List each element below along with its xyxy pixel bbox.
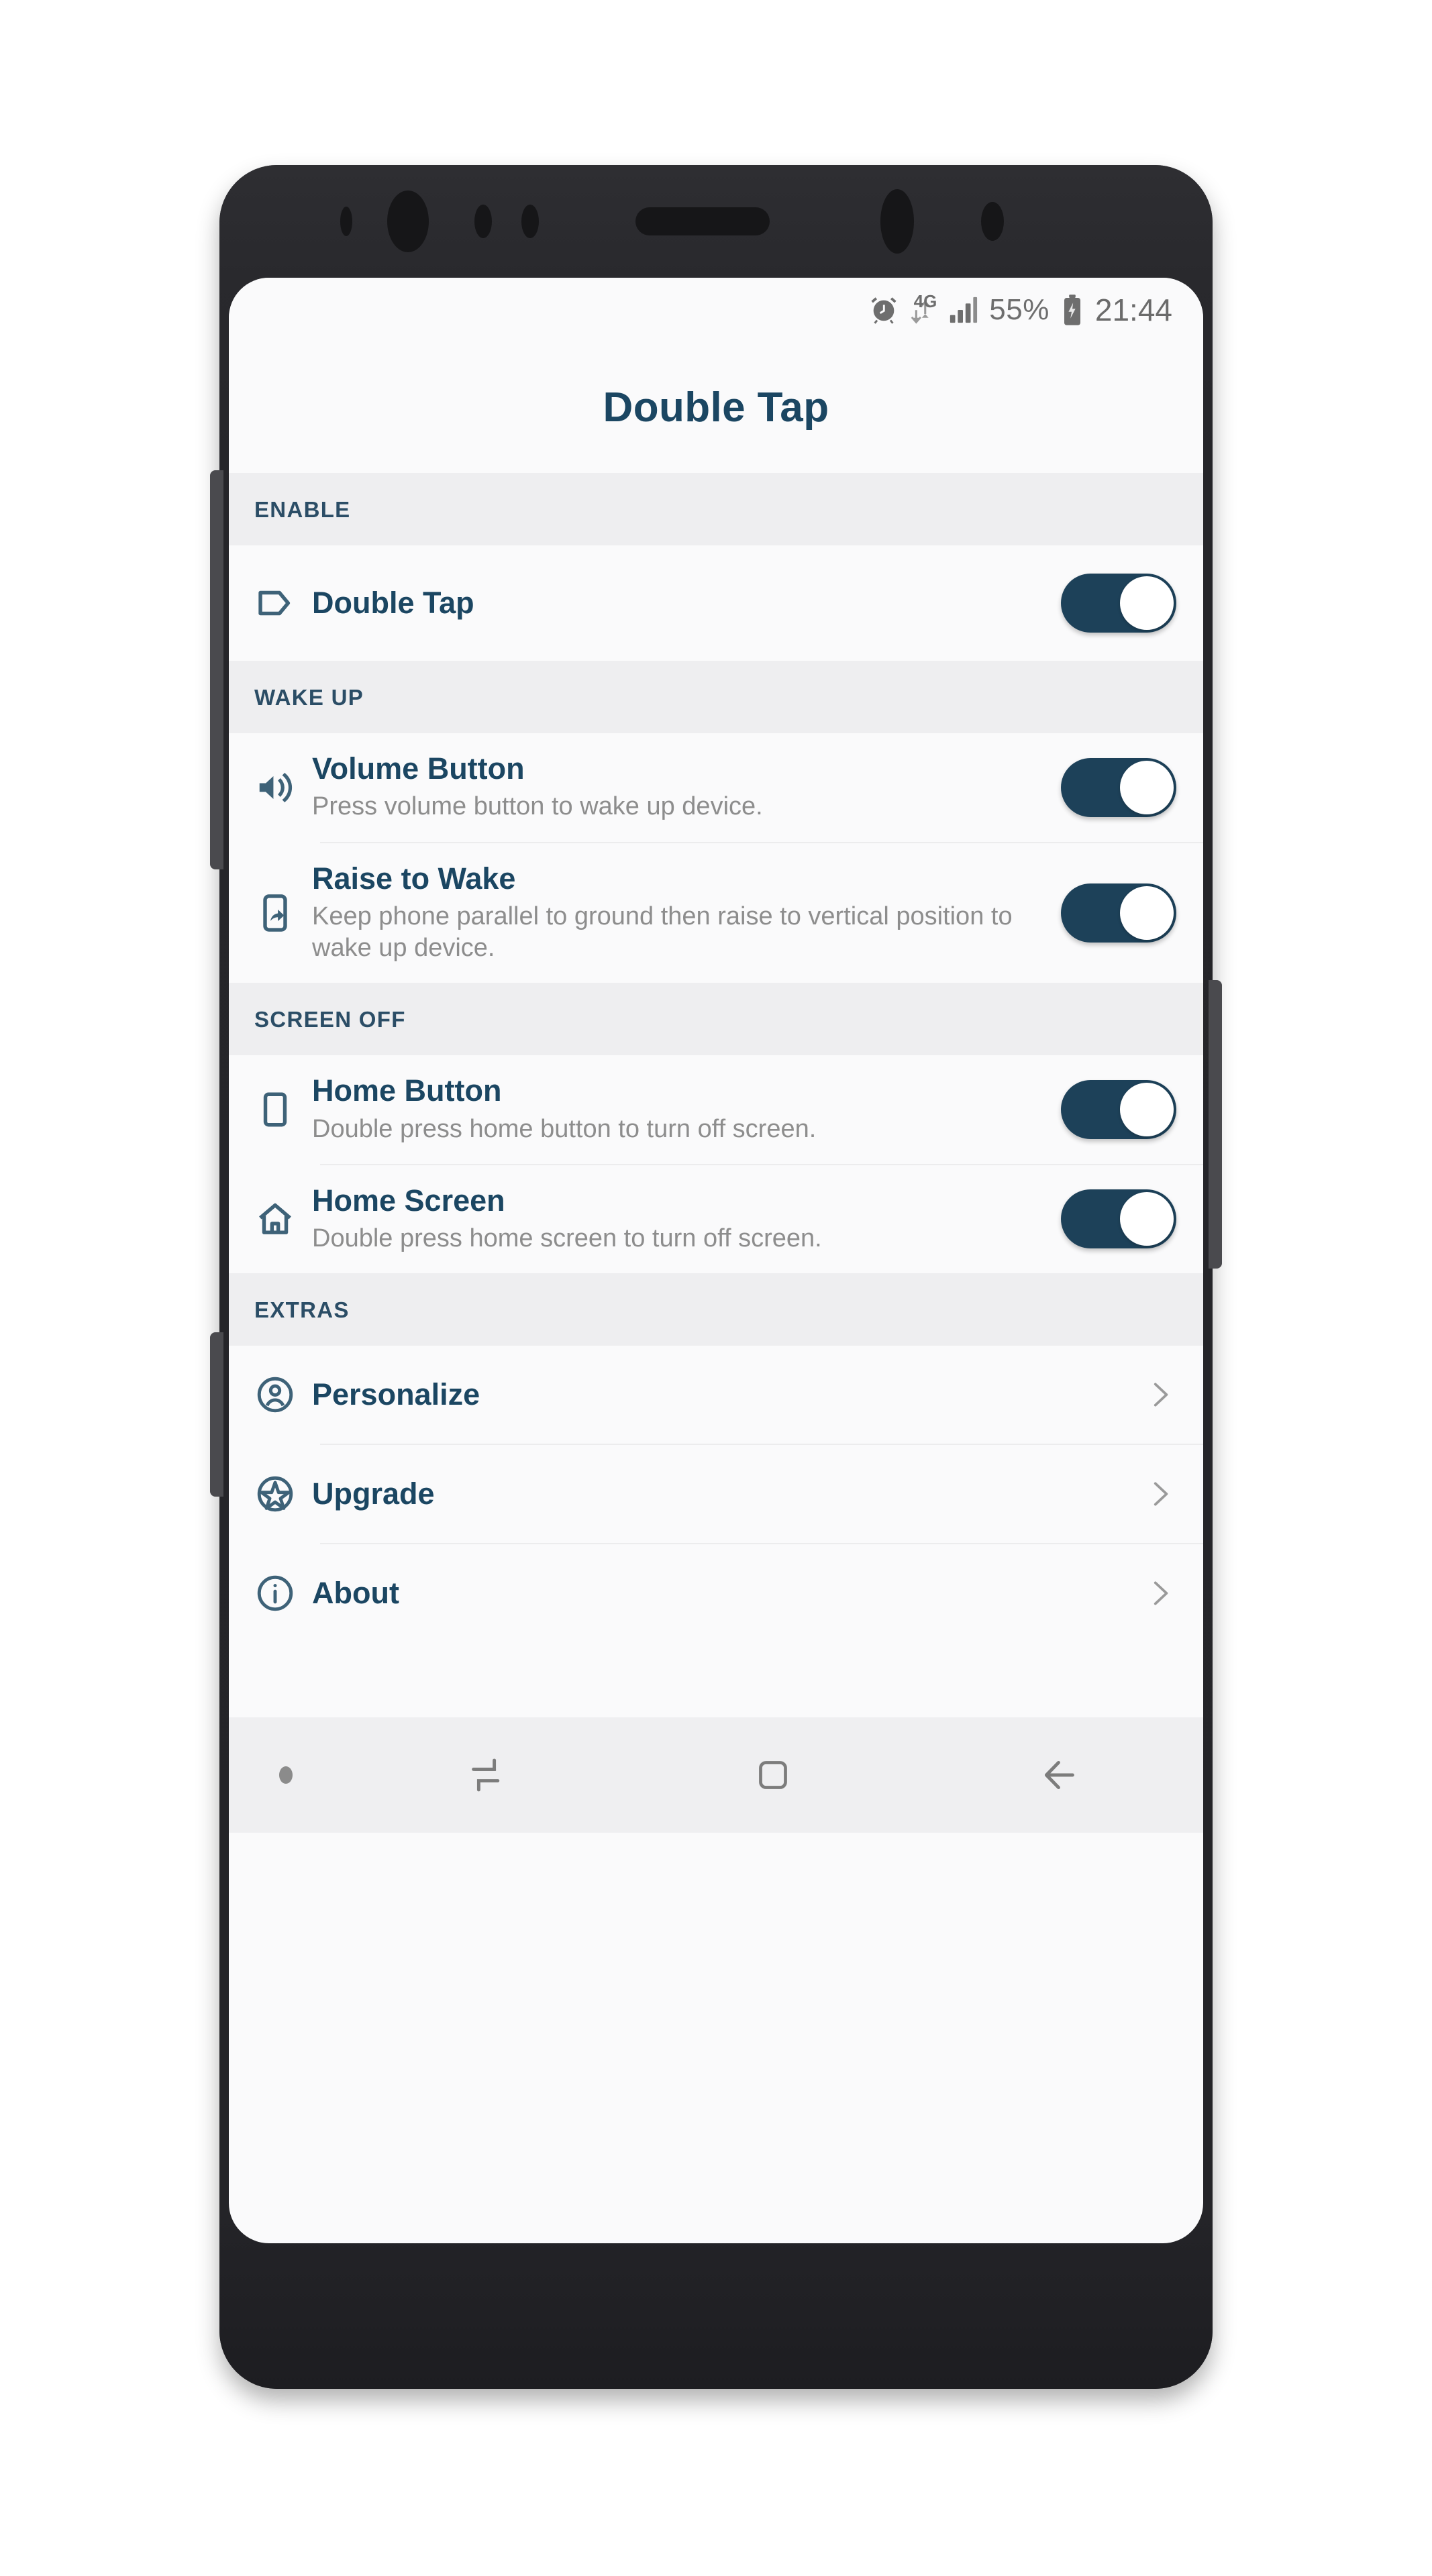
pref-text-home-button: Home Button Double press home button to … — [312, 1073, 1061, 1145]
extra-row-about[interactable]: About — [229, 1544, 1203, 1643]
toggle-knob — [1120, 1192, 1174, 1246]
pref-title: Home Screen — [312, 1183, 505, 1218]
earpiece-speaker-icon — [635, 207, 770, 235]
home-square-icon[interactable] — [629, 1755, 916, 1795]
phone-outline-icon — [254, 1089, 312, 1130]
toggle-home-screen[interactable] — [1061, 1189, 1176, 1249]
pref-summary: Double press home screen to turn off scr… — [312, 1224, 822, 1252]
keyboard-toggle-dot-icon[interactable] — [229, 1766, 343, 1784]
settings-list: ENABLE Double Tap WAKE UP Volume Button … — [229, 473, 1203, 1718]
assistant-side-button[interactable] — [210, 1332, 223, 1497]
section-header-enable: ENABLE — [229, 473, 1203, 545]
toggle-raise-to-wake[interactable] — [1061, 883, 1176, 943]
chevron-right-icon[interactable] — [1143, 1378, 1176, 1411]
phone-device-frame: 4G 55% 21:44 Double Tap ENABLE Double Ta… — [210, 165, 1222, 2389]
top-bezel — [219, 165, 1213, 278]
app-title-bar: Double Tap — [229, 342, 1203, 473]
status-bar: 4G 55% 21:44 — [229, 278, 1203, 342]
pref-row-volume-button[interactable]: Volume Button Press volume button to wak… — [229, 733, 1203, 842]
clock-text: 21:44 — [1094, 292, 1172, 327]
tag-icon — [254, 582, 312, 624]
iris-sensor-icon — [474, 205, 492, 238]
info-circle-icon — [254, 1572, 312, 1614]
pref-row-double-tap[interactable]: Double Tap — [229, 545, 1203, 661]
section-header-extras: EXTRAS — [229, 1273, 1203, 1346]
pref-row-home-screen[interactable]: Home Screen Double press home screen to … — [229, 1165, 1203, 1274]
extra-row-personalize[interactable]: Personalize — [229, 1346, 1203, 1444]
page-title: Double Tap — [603, 384, 829, 431]
pref-row-home-button[interactable]: Home Button Double press home button to … — [229, 1055, 1203, 1164]
system-navigation-bar — [229, 1717, 1203, 1833]
network-type-label: 4G — [913, 291, 937, 311]
phone-screen: 4G 55% 21:44 Double Tap ENABLE Double Ta… — [229, 278, 1203, 2243]
led-indicator-icon — [981, 202, 1004, 241]
front-camera-icon — [387, 191, 429, 252]
toggle-knob — [1120, 760, 1174, 814]
star-circle-icon — [254, 1473, 312, 1515]
toggle-knob — [1120, 885, 1174, 940]
status-clock: 21:44 — [1095, 292, 1172, 328]
extra-label: About — [312, 1576, 399, 1611]
signal-bars-icon — [948, 294, 978, 325]
volume-icon — [254, 767, 312, 808]
list-bottom-spacer — [229, 1642, 1203, 1718]
pref-summary: Press volume button to wake up device. — [312, 792, 763, 821]
toggle-home-button[interactable] — [1061, 1079, 1176, 1139]
pref-text-double-tap: Double Tap — [312, 586, 1061, 620]
extra-row-upgrade[interactable]: Upgrade — [229, 1445, 1203, 1544]
toggle-volume-button[interactable] — [1061, 757, 1176, 817]
power-button[interactable] — [1209, 980, 1222, 1269]
pref-title: Raise to Wake — [312, 861, 516, 896]
pref-title: Double Tap — [312, 585, 474, 620]
pref-summary: Keep phone parallel to ground then raise… — [312, 902, 1013, 962]
chevron-right-icon[interactable] — [1143, 1477, 1176, 1511]
proximity-sensor-icon — [340, 207, 352, 236]
pref-text-volume-button: Volume Button Press volume button to wak… — [312, 751, 1061, 823]
battery-percent-text: 55% — [989, 293, 1050, 326]
toggle-double-tap[interactable] — [1061, 574, 1176, 633]
person-circle-icon — [254, 1374, 312, 1415]
toggle-knob — [1120, 1082, 1174, 1136]
section-header-screen-off: SCREEN OFF — [229, 983, 1203, 1056]
pref-title: Volume Button — [312, 751, 525, 786]
battery-charging-icon — [1060, 294, 1084, 326]
battery-percent-label: 55% — [989, 293, 1050, 327]
secondary-camera-icon — [880, 189, 914, 254]
toggle-knob — [1120, 576, 1174, 630]
pref-title: Home Button — [312, 1073, 502, 1108]
pref-text-raise-to-wake: Raise to Wake Keep phone parallel to gro… — [312, 861, 1061, 965]
recents-icon[interactable] — [343, 1754, 629, 1796]
pref-row-raise-to-wake[interactable]: Raise to Wake Keep phone parallel to gro… — [229, 843, 1203, 983]
volume-rocker-button[interactable] — [210, 470, 223, 869]
home-icon — [254, 1198, 312, 1240]
section-header-wake-up: WAKE UP — [229, 661, 1203, 733]
back-arrow-icon[interactable] — [917, 1754, 1203, 1796]
extra-label: Upgrade — [312, 1477, 435, 1511]
pref-summary: Double press home button to turn off scr… — [312, 1114, 817, 1143]
light-sensor-icon — [521, 205, 539, 238]
chevron-right-icon[interactable] — [1143, 1576, 1176, 1610]
alarm-clock-icon — [868, 294, 899, 325]
mobile-data-indicator: 4G — [910, 290, 937, 329]
extra-label: Personalize — [312, 1377, 480, 1412]
nav-dot — [279, 1766, 293, 1784]
pref-text-home-screen: Home Screen Double press home screen to … — [312, 1183, 1061, 1255]
phone-raise-icon — [254, 892, 312, 934]
